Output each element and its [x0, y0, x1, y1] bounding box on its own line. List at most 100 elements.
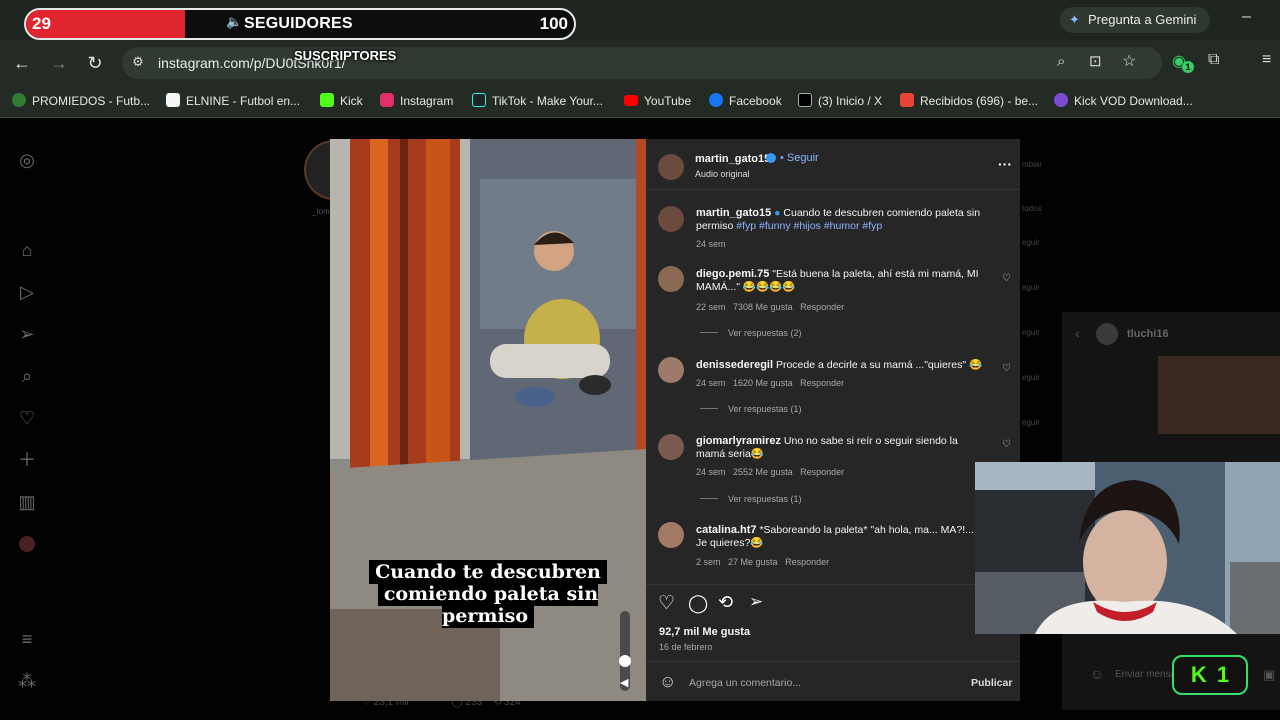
forward-icon[interactable]: → [47, 52, 71, 74]
reels-icon[interactable]: ▷ [16, 281, 38, 303]
comment-text: catalina.ht7 *Saboreando la paleta* "ah … [696, 524, 974, 549]
comment-like-icon[interactable]: ♡ [1002, 363, 1011, 374]
promiedos-icon [12, 93, 26, 107]
video-caption-line2: comiendo paleta sin permiso [377, 582, 599, 628]
search-icon[interactable]: ⌕ [16, 365, 38, 387]
more-options-icon[interactable]: ··· [998, 156, 1012, 172]
comment-avatar[interactable] [658, 434, 684, 460]
view-replies-button[interactable]: Ver respuestas (1) [700, 404, 802, 414]
profile-avatar[interactable] [19, 536, 35, 552]
extensions-puzzle-icon[interactable]: ⧉ [1208, 51, 1219, 69]
caption-avatar[interactable] [658, 206, 684, 232]
volume-slider-thumb[interactable] [619, 655, 631, 667]
dm-back-icon[interactable]: ‹ [1075, 325, 1080, 341]
view-replies-button[interactable]: Ver respuestas (2) [700, 328, 802, 338]
video-caption-line1: Cuando te descubren [369, 560, 607, 584]
gemini-button[interactable]: ✦ Pregunta a Gemini [1060, 7, 1210, 33]
instagram-logo-icon[interactable]: ◎ [16, 149, 38, 171]
webcam-feed [975, 462, 1280, 634]
author-username[interactable]: martin_gato15 [695, 153, 770, 165]
bookmark-gmail[interactable]: Recibidos (696) - be... [900, 92, 1038, 110]
zoom-icon[interactable]: ⌕ [1057, 53, 1065, 70]
comment-meta: 2 sem 27 Me gusta Responder [696, 557, 830, 567]
right-column-label-2: todos [1022, 204, 1042, 213]
comment-like-icon[interactable]: ♡ [1002, 273, 1011, 284]
install-app-icon[interactable]: ⊡ [1089, 52, 1102, 70]
comment-input[interactable]: Agrega un comentario... [689, 677, 801, 689]
youtube-icon [624, 95, 638, 106]
back-icon[interactable]: ← [10, 52, 34, 74]
site-settings-icon[interactable]: ⚙ [129, 54, 147, 72]
dm-shared-media [1158, 356, 1280, 434]
actions-divider [646, 584, 1020, 585]
bookmark-instagram[interactable]: Instagram [380, 92, 453, 110]
bookmark-facebook[interactable]: Facebook [709, 92, 782, 110]
panel-divider [646, 189, 1020, 190]
follower-goal-target: 100 [539, 14, 568, 33]
bookmark-x[interactable]: (3) Inicio / X [798, 92, 882, 110]
more-menu-icon[interactable]: ≡ [16, 628, 38, 650]
likes-count[interactable]: 92,7 mil Me gusta [659, 626, 750, 638]
post-video[interactable]: Cuando te descubren comiendo paleta sin … [330, 139, 646, 701]
comment-avatar[interactable] [658, 357, 684, 383]
share-icon[interactable]: ➢ [749, 592, 763, 612]
mute-icon[interactable]: ◀ [620, 676, 628, 689]
comment-meta: 24 sem 1620 Me gusta Responder [696, 378, 845, 388]
extension-badge: 1 [1182, 61, 1194, 73]
feed-user: _tom [312, 207, 330, 216]
tiktok-icon [472, 93, 486, 107]
caption-time: 24 sem [696, 239, 726, 249]
caption-verified-icon: ● [774, 207, 781, 219]
emoji-icon[interactable]: ☺ [659, 672, 676, 692]
kickvod-icon [1054, 93, 1068, 107]
create-icon[interactable]: ＋ [16, 449, 38, 471]
publish-button[interactable]: Publicar [971, 677, 1012, 689]
kick-icon [320, 93, 334, 107]
bookmark-elnine[interactable]: ELNINE - Futbol en... [166, 92, 300, 110]
follow-button[interactable]: • Seguir [780, 152, 819, 164]
gemini-icon: ✦ [1069, 12, 1080, 27]
caption-hashtags[interactable]: #fyp #funny #hijos #humor #fyp [736, 220, 882, 232]
facebook-icon [709, 93, 723, 107]
comment-meta: 22 sem 7308 Me gusta Responder [696, 302, 845, 312]
follower-goal-label: SEGUIDORES [244, 15, 353, 32]
verified-badge-icon [766, 153, 776, 163]
bookmark-star-icon[interactable]: ☆ [1122, 51, 1136, 71]
audio-label[interactable]: Audio original [695, 169, 750, 179]
right-column-label-7: eguir [1022, 418, 1040, 427]
meta-apps-icon[interactable]: ⁂ [16, 670, 38, 692]
comment-icon[interactable]: ◯ [688, 593, 708, 614]
comment-text: giomarlyramirez Uno no sabe si reír o se… [696, 435, 958, 460]
dm-avatar [1096, 323, 1118, 345]
insights-icon[interactable]: ▥ [16, 491, 38, 513]
like-icon[interactable]: ♡ [658, 592, 675, 615]
author-avatar[interactable] [658, 154, 684, 180]
comment-avatar[interactable] [658, 266, 684, 292]
extension-icon[interactable]: ◉ 1 [1172, 51, 1194, 73]
webcam-image [975, 462, 1280, 634]
subscribers-label: SUSCRIPTORES [294, 48, 397, 63]
follower-goal-bar: 29 🔈 SEGUIDORES 100 [24, 8, 576, 40]
comment-avatar[interactable] [658, 522, 684, 548]
bookmark-youtube[interactable]: YouTube [624, 92, 691, 110]
bookmark-promiedos[interactable]: PROMIEDOS - Futb... [12, 92, 150, 110]
gmail-icon [900, 93, 914, 107]
notifications-heart-icon[interactable]: ♡ [16, 407, 38, 429]
menu-icon[interactable]: ≡ [1262, 51, 1271, 69]
bookmark-kick[interactable]: Kick [320, 92, 363, 110]
bookmark-kickvod[interactable]: Kick VOD Download... [1054, 92, 1193, 110]
comment-text: denissederegil Procede a decirle a su ma… [696, 359, 983, 371]
right-column-label-1: mbiar [1022, 160, 1043, 169]
home-icon[interactable]: ⌂ [16, 239, 38, 261]
input-divider [646, 661, 1020, 662]
dm-emoji-icon[interactable]: ☺ [1090, 666, 1104, 682]
reload-icon[interactable]: ↻ [83, 52, 107, 74]
minimize-button[interactable]: – [1242, 8, 1260, 28]
messages-icon[interactable]: ➢ [16, 323, 38, 345]
bookmark-tiktok[interactable]: TikTok - Make Your... [472, 92, 603, 110]
comment-like-icon[interactable]: ♡ [1002, 439, 1011, 450]
dm-gallery-icon[interactable]: ▣ [1263, 667, 1275, 683]
repost-icon[interactable]: ⟲ [718, 592, 733, 613]
elnine-icon [166, 93, 180, 107]
view-replies-button[interactable]: Ver respuestas (1) [700, 494, 802, 504]
